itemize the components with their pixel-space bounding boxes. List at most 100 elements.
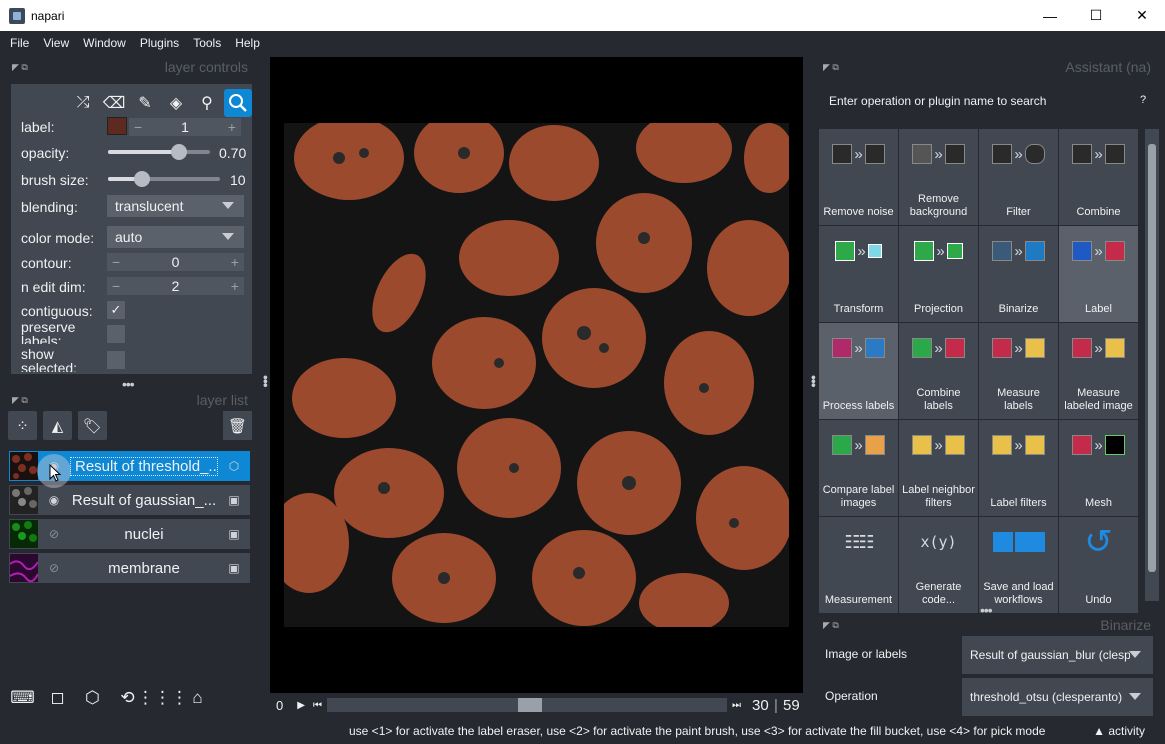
- eraser-icon[interactable]: ⌫: [100, 89, 128, 117]
- label-spinbox[interactable]: − 1 +: [129, 118, 241, 136]
- menu-plugins[interactable]: Plugins: [133, 36, 186, 50]
- hidden-eye-icon[interactable]: ⊘: [44, 561, 64, 575]
- home-icon[interactable]: ⌂: [183, 683, 212, 712]
- assistant-scrollbar[interactable]: [1145, 129, 1159, 601]
- remove-background-icon: »: [912, 139, 965, 169]
- new-points-layer-icon[interactable]: ⁘: [8, 411, 37, 440]
- float-icon[interactable]: ◤ ⧉: [823, 620, 839, 631]
- activity-button[interactable]: ▲ activity: [1093, 724, 1145, 738]
- increment-icon[interactable]: +: [231, 254, 239, 270]
- tile-measurement[interactable]: ☷☷ Measurement: [819, 517, 898, 613]
- opacity-slider[interactable]: [108, 144, 210, 160]
- layer-name[interactable]: Result of gaussian_...: [64, 492, 224, 509]
- float-icon[interactable]: ◤ ⧉: [12, 395, 28, 406]
- step-back-icon[interactable]: ⏮: [313, 700, 322, 711]
- color-picker-icon[interactable]: ⚲: [193, 89, 221, 117]
- float-icon[interactable]: ◤ ⧉: [12, 62, 28, 73]
- menu-file[interactable]: File: [3, 36, 36, 50]
- new-shapes-layer-icon[interactable]: ◭: [43, 411, 72, 440]
- pan-zoom-icon[interactable]: [224, 89, 252, 117]
- labels-layer-type-icon: ⬡: [228, 459, 240, 473]
- increment-icon[interactable]: +: [228, 119, 236, 135]
- tile-remove-background[interactable]: » Remove background: [899, 129, 978, 225]
- show-selected-checkbox[interactable]: [107, 351, 125, 369]
- contiguous-checkbox[interactable]: ✓: [107, 301, 125, 319]
- color-mode-select[interactable]: auto: [107, 226, 244, 248]
- tile-label-filters[interactable]: » Label filters: [979, 420, 1058, 516]
- layer-name[interactable]: membrane: [64, 560, 224, 577]
- play-icon[interactable]: ▶: [297, 700, 305, 711]
- splitter-handle[interactable]: •••: [122, 376, 135, 392]
- tile-compare-label-images[interactable]: » Compare label images: [819, 420, 898, 516]
- blending-select[interactable]: translucent: [107, 195, 244, 217]
- roll-dims-icon[interactable]: ⬡: [78, 683, 107, 712]
- decrement-icon[interactable]: −: [112, 278, 120, 294]
- tile-generate-code[interactable]: x(y) Generate code...: [899, 517, 978, 613]
- tile-filter[interactable]: » Filter: [979, 129, 1058, 225]
- contour-spinbox[interactable]: − 0 +: [107, 253, 244, 271]
- hidden-eye-icon[interactable]: ⊘: [44, 527, 64, 541]
- brush-size-handle[interactable]: [134, 171, 150, 187]
- layer-row[interactable]: ⊘ membrane ▣: [9, 553, 250, 583]
- menu-help[interactable]: Help: [228, 36, 267, 50]
- chevron-down-icon: [1129, 693, 1141, 700]
- tile-combine[interactable]: » Combine: [1059, 129, 1138, 225]
- operation-select[interactable]: threshold_otsu (clesperanto): [962, 678, 1153, 716]
- decrement-icon[interactable]: −: [134, 119, 142, 135]
- menu-window[interactable]: Window: [76, 36, 133, 50]
- projection-icon: »: [914, 236, 963, 266]
- operation-search-input[interactable]: Enter operation or plugin name to search: [820, 88, 1129, 114]
- dims-scrollbar[interactable]: [327, 698, 727, 712]
- preserve-labels-checkbox[interactable]: [107, 325, 125, 343]
- increment-icon[interactable]: +: [231, 278, 239, 294]
- mouse-pointer-icon: [49, 464, 61, 482]
- tile-measure-labels[interactable]: » Measure labels: [979, 323, 1058, 419]
- tile-remove-noise[interactable]: » Remove noise: [819, 129, 898, 225]
- menu-view[interactable]: View: [36, 36, 76, 50]
- layer-name[interactable]: nuclei: [64, 526, 224, 543]
- tile-combine-labels[interactable]: » Combine labels: [899, 323, 978, 419]
- decrement-icon[interactable]: −: [112, 254, 120, 270]
- tile-undo[interactable]: ↺ Undo: [1059, 517, 1138, 613]
- viewer-canvas[interactable]: [270, 57, 803, 693]
- float-icon[interactable]: ◤ ⧉: [823, 62, 839, 73]
- close-button[interactable]: ✕: [1119, 0, 1165, 31]
- blending-label: blending:: [21, 199, 78, 215]
- layer-row[interactable]: ◉ Result of gaussian_... ▣: [9, 485, 250, 515]
- tile-save-load-workflows[interactable]: Save and load workflows: [979, 517, 1058, 613]
- visibility-eye-icon[interactable]: ◉: [44, 493, 64, 507]
- status-message: use <1> for activate the label eraser, u…: [349, 724, 1046, 738]
- image-layer-type-icon: ▣: [228, 493, 240, 507]
- tile-label[interactable]: » Label: [1059, 226, 1138, 322]
- delete-layer-icon[interactable]: 🗑: [223, 411, 252, 440]
- tile-mesh[interactable]: » Mesh: [1059, 420, 1138, 516]
- tile-binarize[interactable]: » Binarize: [979, 226, 1058, 322]
- layer-row[interactable]: ⊘ nuclei ▣: [9, 519, 250, 549]
- image-or-labels-select[interactable]: Result of gaussian_blur (clespe: [962, 636, 1153, 674]
- new-labels-layer-icon[interactable]: 🏷: [78, 411, 107, 440]
- brush-size-slider[interactable]: [108, 171, 220, 187]
- maximize-button[interactable]: ☐: [1073, 0, 1119, 31]
- opacity-handle[interactable]: [171, 144, 187, 160]
- paint-brush-icon[interactable]: ✎: [131, 89, 159, 117]
- grid-view-icon[interactable]: ⋮⋮⋮: [137, 683, 188, 712]
- tile-process-labels[interactable]: » Process labels: [819, 323, 898, 419]
- layer-list-header: ◤ ⧉ layer list: [12, 391, 252, 409]
- tile-label-neighbor-filters[interactable]: » Label neighbor filters: [899, 420, 978, 516]
- tile-measure-labeled-image[interactable]: » Measure labeled image: [1059, 323, 1138, 419]
- fill-bucket-icon[interactable]: ◈: [162, 89, 190, 117]
- assistant-scrollbar-thumb[interactable]: [1148, 144, 1156, 572]
- tile-projection[interactable]: » Projection: [899, 226, 978, 322]
- dims-scrollbar-thumb[interactable]: [518, 698, 542, 712]
- shuffle-colors-icon[interactable]: ⤮: [69, 89, 97, 117]
- layer-name[interactable]: Result of threshold_...: [70, 456, 218, 476]
- n-edit-dim-spinbox[interactable]: − 2 +: [107, 277, 244, 295]
- step-forward-icon[interactable]: ⏭: [732, 700, 741, 711]
- help-button[interactable]: ?: [1140, 94, 1146, 106]
- ndisplay-toggle-icon[interactable]: ◻: [43, 683, 72, 712]
- menu-tools[interactable]: Tools: [186, 36, 228, 50]
- tile-transform[interactable]: » Transform: [819, 226, 898, 322]
- console-icon[interactable]: ⌨: [8, 683, 37, 712]
- menu-bar: File View Window Plugins Tools Help: [0, 31, 1165, 55]
- minimize-button[interactable]: —: [1027, 0, 1073, 31]
